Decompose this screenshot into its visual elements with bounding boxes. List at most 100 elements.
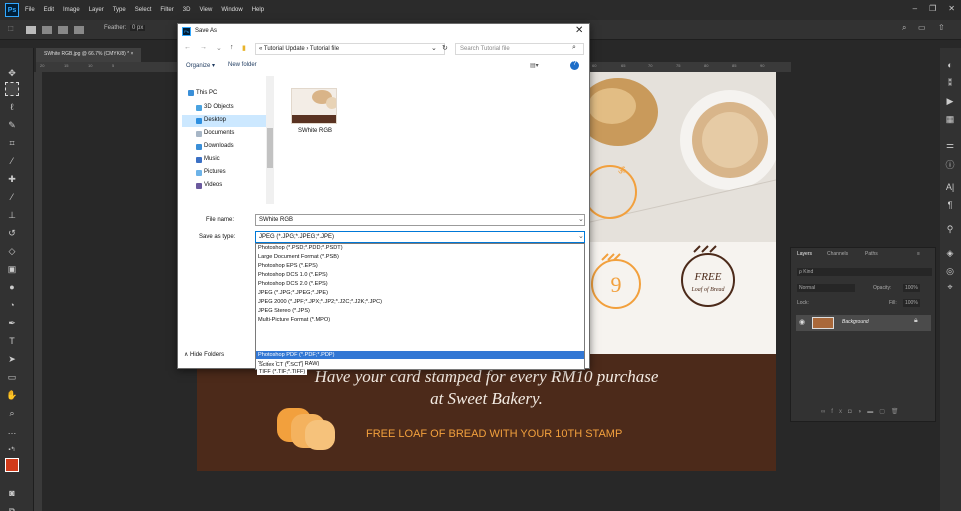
crop-tool-icon[interactable]: ⌗	[5, 136, 19, 150]
option-mpo[interactable]: Multi-Picture Format (*.MPO)	[258, 317, 330, 323]
nav-scrollbar-thumb[interactable]	[267, 128, 273, 168]
nav-music[interactable]: Music	[204, 156, 220, 162]
info-icon[interactable]: ⓘ	[943, 158, 957, 171]
restore-button[interactable]: ❐	[929, 4, 936, 13]
new-folder-button[interactable]: New folder	[228, 62, 257, 68]
new-selection-icon[interactable]	[26, 26, 36, 34]
nav-videos[interactable]: Videos	[204, 182, 222, 188]
tab-layers[interactable]: Layers	[797, 251, 812, 257]
nav-pictures[interactable]: Pictures	[204, 169, 226, 175]
healing-brush-icon[interactable]: ✚	[5, 172, 19, 186]
option-tiff[interactable]: TIFF (*.TIF;*.TIFF)	[257, 369, 308, 375]
color-panel-icon[interactable]: ◐	[943, 60, 957, 70]
menu-select[interactable]: Select	[135, 7, 152, 13]
nav-downloads[interactable]: Downloads	[204, 143, 234, 149]
search-icon[interactable]: ⌕	[572, 44, 576, 52]
option-jpeg-stereo[interactable]: JPEG Stereo (*.JPS)	[258, 308, 310, 314]
move-tool-icon[interactable]: ✥	[5, 66, 19, 80]
forward-arrow-icon[interactable]: →	[200, 44, 207, 51]
option-dcs-1[interactable]: Photoshop DCS 1.0 (*.EPS)	[258, 272, 328, 278]
visibility-eye-icon[interactable]: ◉	[799, 318, 805, 326]
tab-channels[interactable]: Channels	[827, 251, 848, 257]
nav-desktop[interactable]: Desktop	[204, 117, 226, 123]
fill-input[interactable]: 100%	[903, 299, 920, 307]
zoom-tool-icon[interactable]: ⌕	[5, 406, 19, 420]
option-photoshop-eps[interactable]: Photoshop EPS (*.EPS)	[258, 263, 318, 269]
brush-tool-icon[interactable]: ⁄	[5, 190, 19, 204]
nav-documents[interactable]: Documents	[204, 130, 234, 136]
nav-this-pc[interactable]: This PC	[196, 90, 217, 96]
blur-tool-icon[interactable]: ●	[5, 280, 19, 294]
address-bar[interactable]: « Tutorial Update › Tutorial file	[255, 43, 445, 55]
option-dcs-2[interactable]: Photoshop DCS 2.0 (*.EPS)	[258, 281, 328, 287]
file-name-field[interactable]: SWhite RGB	[255, 214, 585, 226]
play-actions-icon[interactable]: ▶	[943, 96, 957, 107]
option-photoshop-psd[interactable]: Photoshop (*.PSD;*.PDD;*.PSDT)	[258, 245, 343, 251]
menu-file[interactable]: File	[25, 7, 35, 13]
foreground-color-swatch[interactable]	[5, 458, 19, 472]
path-select-icon[interactable]: ➤	[5, 352, 19, 366]
blend-mode-select[interactable]: Normal	[797, 284, 855, 292]
intersect-selection-icon[interactable]	[74, 26, 84, 34]
type-tool-icon[interactable]: T	[5, 334, 19, 348]
eyedropper-icon[interactable]: ⁄	[5, 154, 19, 168]
lasso-tool-icon[interactable]: ℓ	[5, 100, 19, 114]
paragraph-icon[interactable]: ¶	[943, 200, 957, 210]
save-type-dropdown-icon[interactable]: ⌄	[578, 232, 584, 240]
grid-panel-icon[interactable]: ▦	[943, 114, 957, 125]
eraser-tool-icon[interactable]: ◇	[5, 244, 19, 258]
gradient-tool-icon[interactable]: ▣	[5, 262, 19, 276]
help-icon[interactable]: ?	[570, 61, 579, 70]
share-icon[interactable]: ⇧	[938, 23, 945, 32]
opacity-input[interactable]: 100%	[903, 284, 920, 292]
history-brush-icon[interactable]: ↺	[5, 226, 19, 240]
menu-filter[interactable]: Filter	[160, 7, 173, 13]
option-jpeg[interactable]: JPEG (*.JPG;*.JPEG;*.JPE)	[258, 290, 328, 296]
rectangle-tool-icon[interactable]: ▭	[5, 370, 19, 384]
workspace-icon[interactable]: ▭	[918, 23, 926, 32]
pen-tool-icon[interactable]: ✒	[5, 316, 19, 330]
clone-stamp-icon[interactable]: ⊥	[5, 208, 19, 222]
tab-paths[interactable]: Paths	[865, 251, 878, 257]
file-thumbnail[interactable]	[291, 88, 337, 124]
nav-3d-objects[interactable]: 3D Objects	[204, 104, 234, 110]
filter-kind-input[interactable]: ρ Kind	[797, 268, 932, 276]
menu-image[interactable]: Image	[63, 7, 80, 13]
menu-view[interactable]: View	[199, 7, 212, 13]
menu-edit[interactable]: Edit	[44, 7, 54, 13]
up-arrow-icon[interactable]: ↑	[230, 44, 234, 51]
quick-select-icon[interactable]: ✎	[5, 118, 19, 132]
adjustments-icon[interactable]: ◎	[943, 266, 957, 277]
save-as-type-select[interactable]: JPEG (*.JPG;*.JPEG;*.JPE)	[255, 231, 585, 243]
dialog-close-button[interactable]: ✕	[575, 25, 583, 36]
panel-menu-icon[interactable]: ≡	[917, 251, 920, 257]
refresh-icon[interactable]: ↻	[442, 44, 448, 52]
quick-mask-icon[interactable]: ◙	[5, 486, 19, 500]
add-selection-icon[interactable]	[42, 26, 52, 34]
swatches-icon[interactable]: ⁑	[943, 78, 957, 89]
libraries-icon[interactable]: ⚲	[943, 224, 957, 235]
layer-row-background[interactable]: ◉ Background 🔒︎	[796, 315, 931, 331]
default-colors-icon[interactable]: ▪↰	[5, 442, 19, 456]
option-scitex[interactable]: Scitex CT (*.SCT)	[257, 362, 306, 368]
character-icon[interactable]: A|	[943, 182, 957, 192]
menu-window[interactable]: Window	[221, 7, 242, 13]
back-arrow-icon[interactable]: ←	[184, 44, 191, 51]
organize-button[interactable]: Organize ▾	[186, 62, 215, 69]
subtract-selection-icon[interactable]	[58, 26, 68, 34]
view-options-icon[interactable]: ▤▾	[530, 62, 539, 69]
more-tools-icon[interactable]: …	[5, 424, 19, 438]
address-dropdown-icon[interactable]: ⌄	[431, 44, 437, 52]
option-photoshop-pdf[interactable]: Photoshop PDF (*.PDF;*.PDP)	[258, 352, 334, 358]
hand-tool-icon[interactable]: ✋	[5, 388, 19, 402]
dodge-tool-icon[interactable]: ◔	[5, 298, 19, 312]
screen-mode-icon[interactable]: ⧉	[5, 504, 19, 511]
dropdown-history-icon[interactable]: ⌄	[216, 44, 222, 52]
marquee-tool-icon[interactable]: ⬚	[8, 25, 14, 32]
document-tab[interactable]: SWhite RGB.jpg @ 66.7% (CMYK/8) * ×	[36, 48, 142, 62]
feather-input[interactable]: 0 px	[130, 25, 146, 31]
menu-type[interactable]: Type	[113, 7, 126, 13]
styles-icon[interactable]: ⌖	[943, 282, 957, 293]
marquee-tool-icon[interactable]	[5, 82, 19, 96]
menu-help[interactable]: Help	[252, 7, 264, 13]
